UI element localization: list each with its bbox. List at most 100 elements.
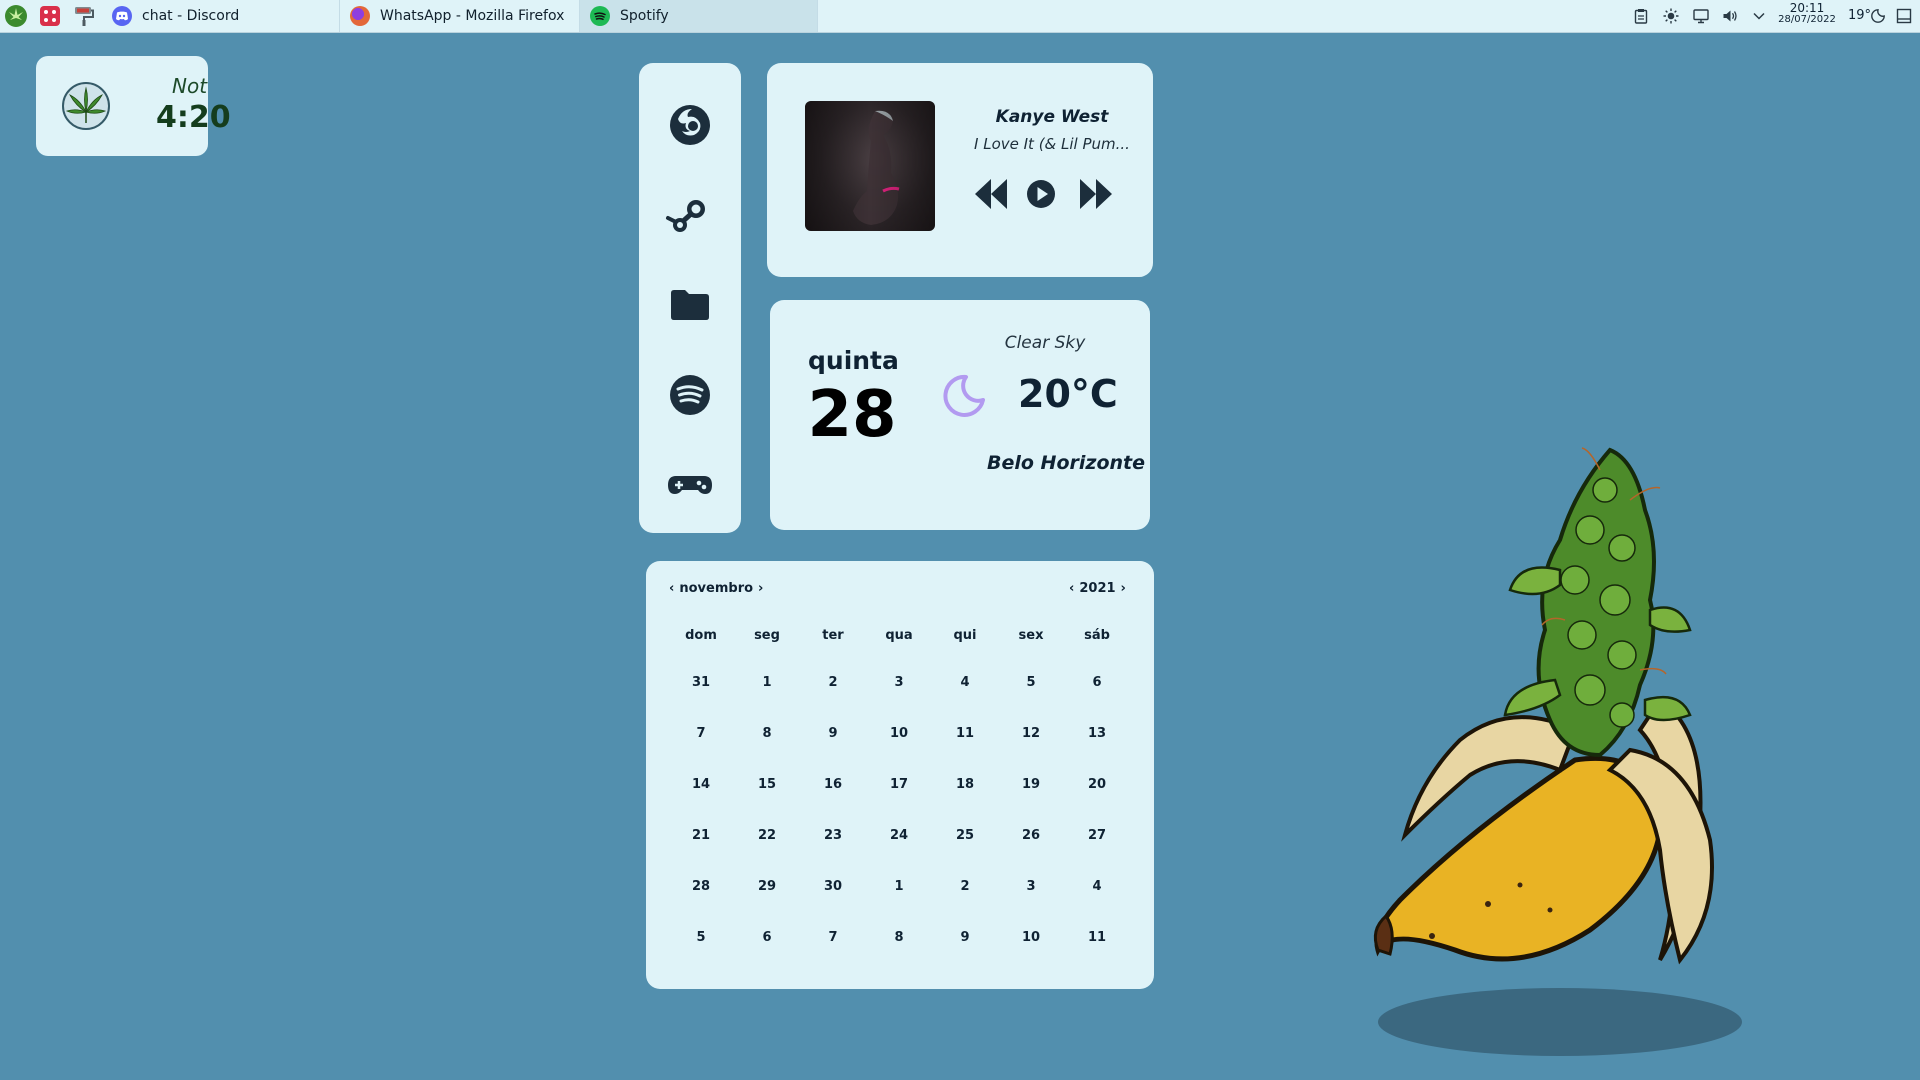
calendar-day[interactable]: 13 [1064, 726, 1130, 741]
calendar-day[interactable]: 1 [866, 879, 932, 894]
calendar-day[interactable]: 10 [866, 726, 932, 741]
task-label: WhatsApp - Mozilla Firefox [380, 8, 565, 24]
weekday-label: ter [822, 627, 844, 643]
calendar-day[interactable]: 7 [800, 930, 866, 945]
calendar-day[interactable]: 21 [668, 828, 734, 843]
clipboard-icon[interactable] [1633, 8, 1649, 24]
banana-bud-illustration [1360, 430, 1780, 1060]
calendar-day[interactable]: 3 [866, 675, 932, 690]
calendar-day[interactable]: 31 [668, 675, 734, 690]
night-mode-icon[interactable] [1870, 8, 1886, 24]
day-number: 28 [807, 378, 897, 452]
calendar-grid: dom seg ter qua qui sex sáb 31 1 2 3 4 5… [668, 623, 1132, 963]
calendar-widget: ‹ novembro › ‹ 2021 › dom seg ter qua qu… [646, 561, 1154, 989]
year-navigator: ‹ 2021 › [1064, 581, 1131, 596]
calendar-day[interactable]: 2 [800, 675, 866, 690]
calendar-day[interactable]: 5 [668, 930, 734, 945]
folder-icon[interactable] [664, 279, 716, 331]
calendar-day[interactable]: 1 [734, 675, 800, 690]
calendar-day[interactable]: 24 [866, 828, 932, 843]
calendar-day[interactable]: 23 [800, 828, 866, 843]
gamepad-icon[interactable] [664, 459, 716, 511]
year-label: 2021 [1079, 581, 1116, 596]
calendar-week: 14 15 16 17 18 19 20 [668, 759, 1132, 810]
chevron-down-icon[interactable] [1751, 8, 1767, 24]
calendar-day[interactable]: 11 [932, 726, 998, 741]
show-desktop-icon[interactable] [1896, 8, 1912, 24]
firefox-icon [350, 6, 370, 26]
calendar-day[interactable]: 12 [998, 726, 1064, 741]
weekday-label: seg [754, 627, 780, 643]
calendar-day[interactable]: 28 [668, 879, 734, 894]
calendar-day[interactable]: 19 [998, 777, 1064, 792]
prev-month-arrow[interactable]: ‹ [664, 581, 679, 596]
album-art [805, 101, 935, 231]
dice-launcher-icon[interactable] [38, 4, 62, 28]
task-discord[interactable]: chat - Discord [102, 0, 340, 32]
track-artist: Kanye West [995, 107, 1109, 127]
display-icon[interactable] [1693, 8, 1709, 24]
calendar-day[interactable]: 15 [734, 777, 800, 792]
calendar-day[interactable]: 8 [734, 726, 800, 741]
calendar-day[interactable]: 29 [734, 879, 800, 894]
calendar-day[interactable]: 11 [1064, 930, 1130, 945]
tray-weather[interactable]: 19° [1848, 8, 1871, 23]
next-month-arrow[interactable]: › [753, 581, 768, 596]
task-spotify[interactable]: Spotify [580, 0, 818, 32]
next-icon[interactable] [1078, 177, 1114, 215]
steam-icon[interactable] [664, 189, 716, 241]
task-firefox-whatsapp[interactable]: WhatsApp - Mozilla Firefox [340, 0, 580, 32]
calendar-day[interactable]: 6 [734, 930, 800, 945]
calendar-day[interactable]: 27 [1064, 828, 1130, 843]
weekday-label: sex [1018, 627, 1044, 643]
calendar-day[interactable]: 7 [668, 726, 734, 741]
calendar-day[interactable]: 16 [800, 777, 866, 792]
paint-roller-launcher-icon[interactable] [72, 4, 96, 28]
calendar-day[interactable]: 18 [932, 777, 998, 792]
calendar-day[interactable]: 20 [1064, 777, 1130, 792]
calendar-week: 5 6 7 8 9 10 11 [668, 912, 1132, 963]
day-name: quinta [808, 346, 899, 375]
calendar-day[interactable]: 14 [668, 777, 734, 792]
calendar-day[interactable]: 3 [998, 879, 1064, 894]
brightness-icon[interactable] [1663, 8, 1679, 24]
play-icon[interactable] [1026, 179, 1056, 213]
track-title: I Love It (& Lil Pum... [974, 135, 1130, 153]
volume-icon[interactable] [1722, 8, 1738, 24]
cannabis-launcher-icon[interactable] [4, 4, 28, 28]
app-launcher [639, 63, 741, 533]
calendar-day[interactable]: 9 [932, 930, 998, 945]
calendar-day[interactable]: 9 [800, 726, 866, 741]
four-twenty-time: 4:20 [156, 100, 231, 135]
calendar-day[interactable]: 30 [800, 879, 866, 894]
weekday-label: qua [885, 627, 913, 643]
temperature: 20°C [1018, 372, 1118, 416]
calendar-week: 31 1 2 3 4 5 6 [668, 657, 1132, 708]
calendar-day[interactable]: 22 [734, 828, 800, 843]
calendar-day[interactable]: 4 [1064, 879, 1130, 894]
calendar-day[interactable]: 26 [998, 828, 1064, 843]
calendar-day[interactable]: 10 [998, 930, 1064, 945]
firefox-icon[interactable] [664, 99, 716, 151]
music-player: Kanye West I Love It (& Lil Pum... [767, 63, 1153, 277]
prev-year-arrow[interactable]: ‹ [1064, 581, 1079, 596]
calendar-day[interactable]: 2 [932, 879, 998, 894]
spotify-icon[interactable] [664, 369, 716, 421]
task-label: chat - Discord [142, 8, 240, 24]
not-label: Not [172, 74, 208, 98]
calendar-day[interactable]: 17 [866, 777, 932, 792]
calendar-day[interactable]: 5 [998, 675, 1064, 690]
tray-clock[interactable]: 20:11 28/07/2022 [1775, 1, 1839, 25]
moon-icon [940, 372, 988, 420]
clock-time: 20:11 [1789, 1, 1825, 15]
calendar-day[interactable]: 8 [866, 930, 932, 945]
calendar-week: 21 22 23 24 25 26 27 [668, 810, 1132, 861]
next-year-arrow[interactable]: › [1116, 581, 1131, 596]
previous-icon[interactable] [973, 177, 1009, 215]
calendar-day[interactable]: 4 [932, 675, 998, 690]
weekday-label: sáb [1084, 627, 1110, 643]
calendar-day[interactable]: 25 [932, 828, 998, 843]
calendar-day[interactable]: 6 [1064, 675, 1130, 690]
weekday-header: dom seg ter qua qui sex sáb [668, 623, 1132, 647]
month-label: novembro [679, 581, 754, 596]
